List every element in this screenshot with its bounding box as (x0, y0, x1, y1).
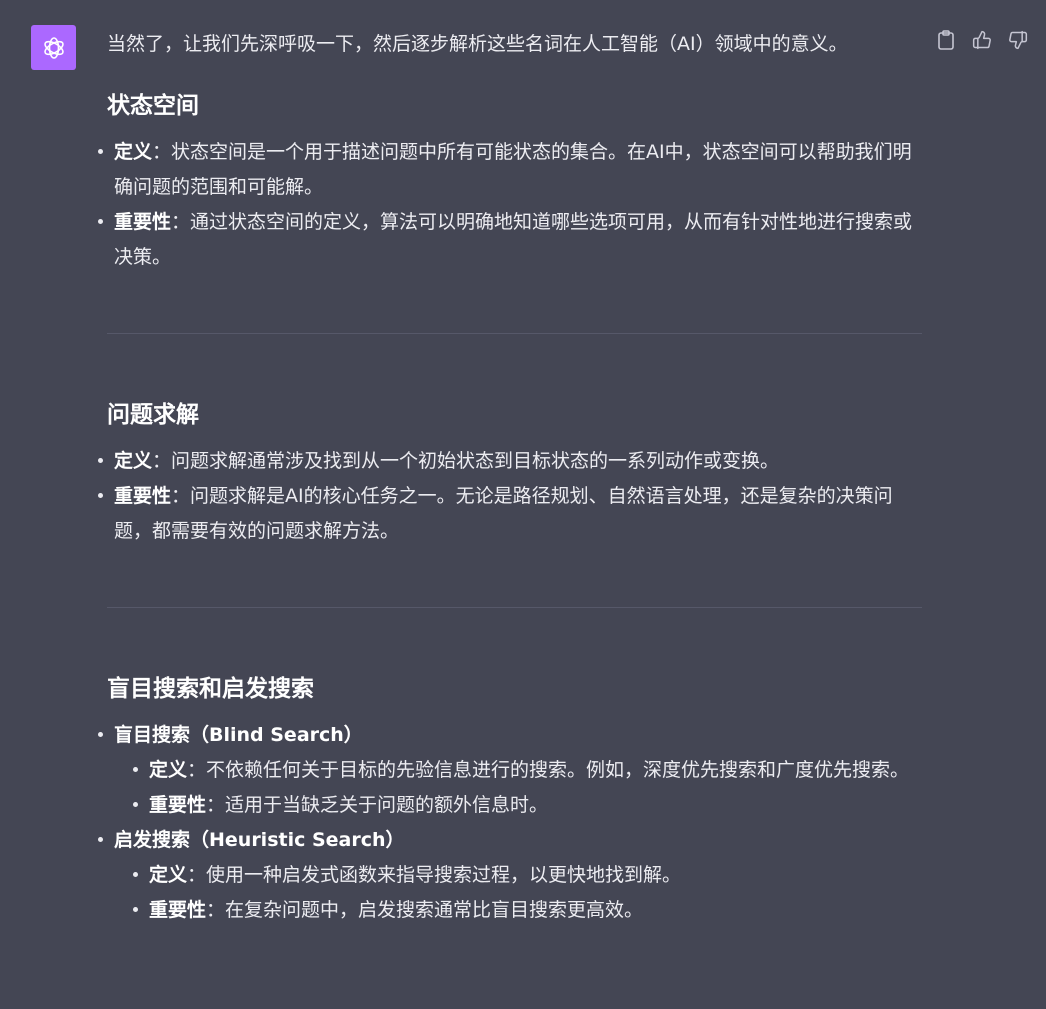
item-text: 问题求解通常涉及找到从一个初始状态到目标状态的一系列动作或变换。 (171, 450, 780, 472)
item-sep: ： (152, 141, 172, 163)
section-title-search: 盲目搜索和启发搜索 (107, 676, 314, 702)
item-text: 通过状态空间的定义，算法可以明确地知道哪些选项可用，从而有针对性地进行搜索或决策… (114, 211, 913, 268)
item-label: 定义 (149, 759, 188, 781)
assistant-avatar (31, 25, 76, 70)
item-text: 适用于当缺乏关于问题的额外信息时。 (225, 794, 549, 816)
openai-logo-icon (43, 36, 64, 59)
group-label: 盲目搜索（Blind Search） (114, 724, 363, 746)
item-sep: ： (206, 794, 226, 816)
list-item: 定义：使用一种启发式函数来指导搜索过程，以更快地找到解。 (133, 858, 922, 893)
item-text: 不依赖任何关于目标的先验信息进行的搜索。例如，深度优先搜索和广度优先搜索。 (206, 759, 910, 781)
item-label: 重要性 (149, 794, 207, 816)
item-sep: ： (171, 211, 191, 233)
list-item: 定义：不依赖任何关于目标的先验信息进行的搜索。例如，深度优先搜索和广度优先搜索。 (133, 753, 922, 788)
item-sep: ： (206, 899, 226, 921)
section-list-problem-solving: 定义：问题求解通常涉及找到从一个初始状态到目标状态的一系列动作或变换。 重要性：… (98, 444, 922, 549)
item-sep: ： (152, 450, 172, 472)
item-label: 定义 (149, 864, 188, 886)
list-item: 重要性：通过状态空间的定义，算法可以明确地知道哪些选项可用，从而有针对性地进行搜… (98, 205, 922, 275)
copy-button[interactable] (936, 29, 956, 51)
section-title-problem-solving: 问题求解 (107, 402, 199, 428)
item-sep: ： (187, 759, 207, 781)
item-text: 使用一种启发式函数来指导搜索过程，以更快地找到解。 (206, 864, 682, 886)
item-sep: ： (171, 485, 191, 507)
item-text: 状态空间是一个用于描述问题中所有可能状态的集合。在AI中，状态空间可以帮助我们明… (114, 141, 912, 198)
list-item: 定义：状态空间是一个用于描述问题中所有可能状态的集合。在AI中，状态空间可以帮助… (98, 135, 922, 205)
group-label: 启发搜索（Heuristic Search） (114, 829, 405, 851)
item-text: 问题求解是AI的核心任务之一。无论是路径规划、自然语言处理，还是复杂的决策问题，… (114, 485, 893, 542)
section-divider (107, 333, 922, 334)
sublist-heuristic-search: 定义：使用一种启发式函数来指导搜索过程，以更快地找到解。 重要性：在复杂问题中，… (133, 858, 922, 928)
section-list-state-space: 定义：状态空间是一个用于描述问题中所有可能状态的集合。在AI中，状态空间可以帮助… (98, 135, 922, 275)
section-title-state-space: 状态空间 (107, 93, 199, 119)
thumbs-up-button[interactable] (972, 29, 992, 51)
clipboard-icon (938, 30, 954, 50)
list-item-heuristic-search: 启发搜索（Heuristic Search） 定义：使用一种启发式函数来指导搜索… (98, 823, 922, 928)
section-divider (107, 607, 922, 608)
assistant-message: 当然了，让我们先深呼吸一下，然后逐步解析这些名词在人工智能（AI）领域中的意义。… (0, 0, 1046, 1009)
list-item-blind-search: 盲目搜索（Blind Search） 定义：不依赖任何关于目标的先验信息进行的搜… (98, 718, 922, 823)
list-item: 定义：问题求解通常涉及找到从一个初始状态到目标状态的一系列动作或变换。 (98, 444, 922, 479)
message-content: 当然了，让我们先深呼吸一下，然后逐步解析这些名词在人工智能（AI）领域中的意义。… (98, 28, 922, 928)
list-item: 重要性：适用于当缺乏关于问题的额外信息时。 (133, 788, 922, 823)
list-item: 重要性：在复杂问题中，启发搜索通常比盲目搜索更高效。 (133, 893, 922, 928)
thumbs-down-button[interactable] (1008, 29, 1028, 51)
thumbs-down-icon (1009, 30, 1028, 50)
item-label: 重要性 (114, 485, 172, 507)
list-item: 重要性：问题求解是AI的核心任务之一。无论是路径规划、自然语言处理，还是复杂的决… (98, 479, 922, 549)
sublist-blind-search: 定义：不依赖任何关于目标的先验信息进行的搜索。例如，深度优先搜索和广度优先搜索。… (133, 753, 922, 823)
thumbs-up-icon (972, 30, 991, 50)
item-label: 定义 (114, 141, 153, 163)
intro-text: 当然了，让我们先深呼吸一下，然后逐步解析这些名词在人工智能（AI）领域中的意义。 (107, 33, 848, 55)
item-label: 重要性 (114, 211, 172, 233)
item-label: 定义 (114, 450, 153, 472)
section-list-search: 盲目搜索（Blind Search） 定义：不依赖任何关于目标的先验信息进行的搜… (98, 718, 922, 928)
item-sep: ： (187, 864, 207, 886)
item-text: 在复杂问题中，启发搜索通常比盲目搜索更高效。 (225, 899, 644, 921)
item-label: 重要性 (149, 899, 207, 921)
message-actions (936, 29, 1028, 51)
